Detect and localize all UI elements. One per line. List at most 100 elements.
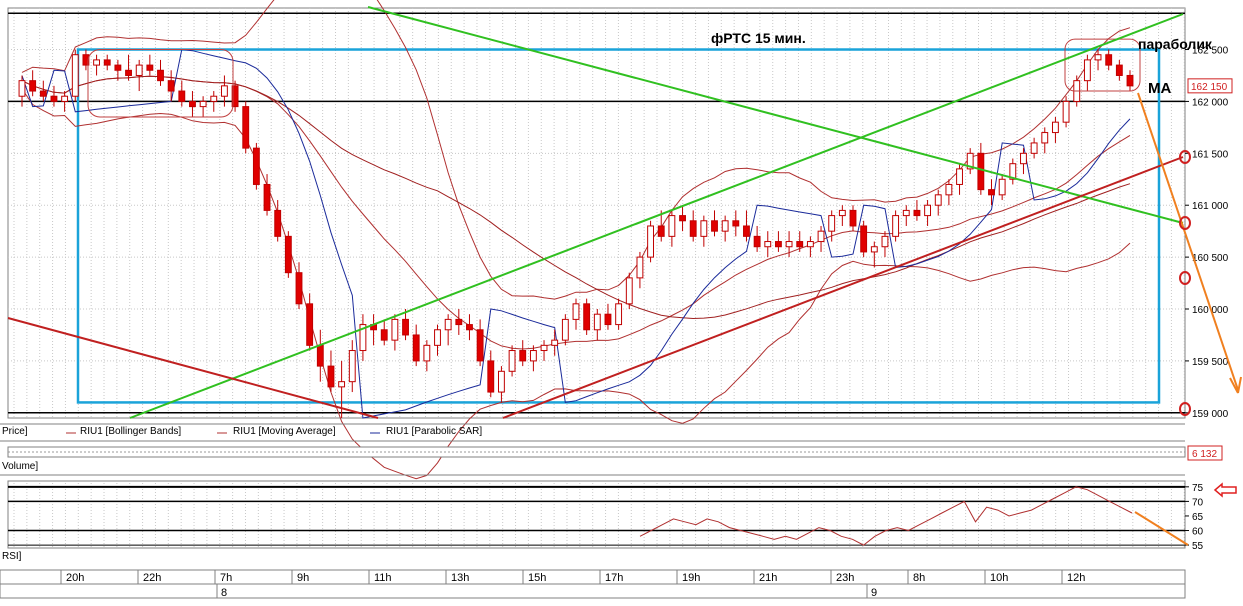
time-label: 15h xyxy=(528,572,546,584)
candle xyxy=(1030,137,1038,159)
bollinger-upper xyxy=(21,0,1131,300)
candle xyxy=(242,101,250,154)
candle xyxy=(892,210,900,242)
candle-body xyxy=(913,209,921,217)
candle xyxy=(860,220,868,258)
candle xyxy=(487,350,495,398)
candle xyxy=(838,205,846,226)
candle xyxy=(774,231,782,252)
time-label: 12h xyxy=(1067,572,1085,584)
rsi-y-tick-label: 55 xyxy=(1192,541,1204,552)
candle-body xyxy=(1020,152,1027,165)
time-label: 21h xyxy=(759,572,777,584)
candle-body xyxy=(988,189,995,196)
parabolic-sar-line xyxy=(21,48,1131,419)
candle xyxy=(743,210,750,242)
candle xyxy=(540,340,548,361)
time-label: 22h xyxy=(143,572,161,584)
candle xyxy=(732,210,740,237)
price-pane-frame xyxy=(7,7,1186,419)
candle xyxy=(764,231,772,258)
candle-body xyxy=(125,69,132,76)
candle-body xyxy=(956,168,963,185)
candle xyxy=(604,303,612,330)
time-label: 13h xyxy=(451,572,469,584)
candle-body xyxy=(796,241,804,248)
candle-body xyxy=(657,225,665,237)
candle xyxy=(71,49,79,102)
candle xyxy=(1115,59,1123,81)
date-label: 8 xyxy=(221,587,227,599)
candle xyxy=(199,96,207,117)
moving-average-line xyxy=(21,75,1131,320)
candle xyxy=(561,314,569,346)
candle xyxy=(210,91,218,112)
rsi-y-tick-label: 70 xyxy=(1192,497,1204,508)
candle xyxy=(668,210,676,247)
candle xyxy=(583,298,591,335)
candle xyxy=(178,80,186,107)
candle-body xyxy=(561,318,569,341)
candle-body xyxy=(828,215,836,232)
candle-body xyxy=(263,183,271,211)
y-tick-label: 161 000 xyxy=(1192,201,1229,212)
candle-body xyxy=(284,235,292,274)
rsi-y-tick-label: 75 xyxy=(1192,483,1204,494)
candle xyxy=(945,179,953,206)
candle xyxy=(103,54,111,71)
time-label: 10h xyxy=(990,572,1008,584)
candle xyxy=(753,225,761,252)
candle-body xyxy=(220,85,228,97)
candle xyxy=(497,366,505,403)
candle xyxy=(1083,54,1091,92)
candle xyxy=(348,340,356,393)
legend-moving-average: RIU1 [Moving Average] xyxy=(233,426,336,437)
candle xyxy=(29,70,37,97)
candle-body xyxy=(455,318,463,326)
candle xyxy=(679,205,686,232)
candle-body xyxy=(466,324,473,331)
candle xyxy=(913,200,921,221)
candle-body xyxy=(380,329,388,341)
candle-body xyxy=(444,318,452,331)
candle-body xyxy=(849,209,857,227)
y-tick-label: 160 500 xyxy=(1192,253,1229,264)
candle-body xyxy=(732,220,740,227)
annotation-parabolic: параболик xyxy=(1138,36,1212,52)
chart-canvas: 159 000159 500160 000160 500161 000161 5… xyxy=(0,0,1242,599)
candle-body xyxy=(572,303,580,320)
candle xyxy=(1009,158,1017,185)
candle-body xyxy=(18,80,26,97)
candle xyxy=(1020,148,1027,175)
candle xyxy=(1126,70,1134,92)
candle xyxy=(998,174,1006,201)
time-label: 19h xyxy=(682,572,700,584)
candle xyxy=(146,54,154,76)
candle xyxy=(370,314,378,346)
candle-body xyxy=(1051,121,1059,134)
candle xyxy=(721,215,729,242)
candle xyxy=(466,314,473,341)
y-tick-label: 159 000 xyxy=(1192,409,1229,420)
candle-body xyxy=(902,209,910,217)
candle xyxy=(252,142,260,190)
candle-body xyxy=(210,95,218,102)
candle-body xyxy=(945,183,953,196)
candle-body xyxy=(689,220,697,237)
candle xyxy=(157,59,164,86)
candle xyxy=(444,314,452,346)
candle-body xyxy=(806,241,814,248)
rsi-y-tick-label: 60 xyxy=(1192,527,1204,538)
candle-body xyxy=(508,350,516,372)
candle xyxy=(316,329,324,382)
candle-body xyxy=(785,241,793,248)
volume-value-label: 6 132 xyxy=(1192,449,1217,460)
candle xyxy=(306,293,314,351)
candle-body xyxy=(306,303,314,346)
candle-body xyxy=(476,329,484,362)
forecast-arrow xyxy=(1137,92,1239,391)
candle xyxy=(934,189,942,216)
candle-body xyxy=(338,381,346,388)
candle-body xyxy=(103,59,111,66)
candle xyxy=(125,54,132,81)
